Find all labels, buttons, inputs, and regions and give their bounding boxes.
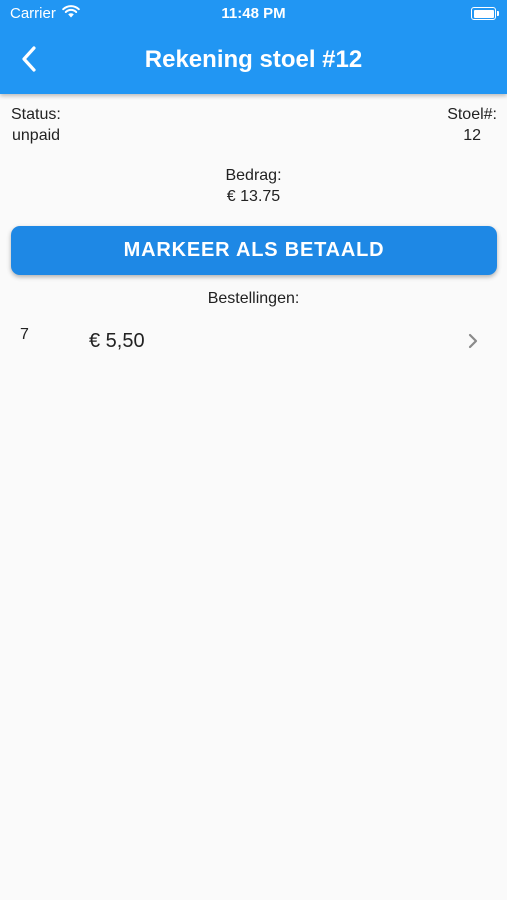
battery-icon xyxy=(471,7,499,20)
amount-block: Bedrag: € 13.75 xyxy=(0,165,507,207)
mark-as-paid-button[interactable]: MARKEER ALS BETAALD xyxy=(11,226,497,275)
chevron-right-icon xyxy=(467,332,479,350)
app-bar: Carrier 11:48 PM Rekening stoel #12 xyxy=(0,0,507,94)
status-bar: Carrier 11:48 PM xyxy=(0,0,507,28)
page-title: Rekening stoel #12 xyxy=(144,46,363,73)
order-price: € 5,50 xyxy=(89,330,145,352)
order-list-item[interactable]: 7 € 5,50 xyxy=(0,316,507,368)
seat-block: Stoel#: 12 xyxy=(447,104,497,146)
seat-label: Stoel#: xyxy=(447,106,497,123)
amount-value: € 13.75 xyxy=(226,188,281,205)
status-block: Status: unpaid xyxy=(11,104,61,146)
status-value: unpaid xyxy=(12,127,61,144)
orders-heading: Bestellingen: xyxy=(207,290,300,307)
amount-label: Bedrag: xyxy=(225,167,282,184)
status-label: Status: xyxy=(11,106,61,123)
seat-value: 12 xyxy=(463,127,481,144)
status-time: 11:48 PM xyxy=(221,5,286,22)
order-quantity: 7 xyxy=(20,326,29,343)
